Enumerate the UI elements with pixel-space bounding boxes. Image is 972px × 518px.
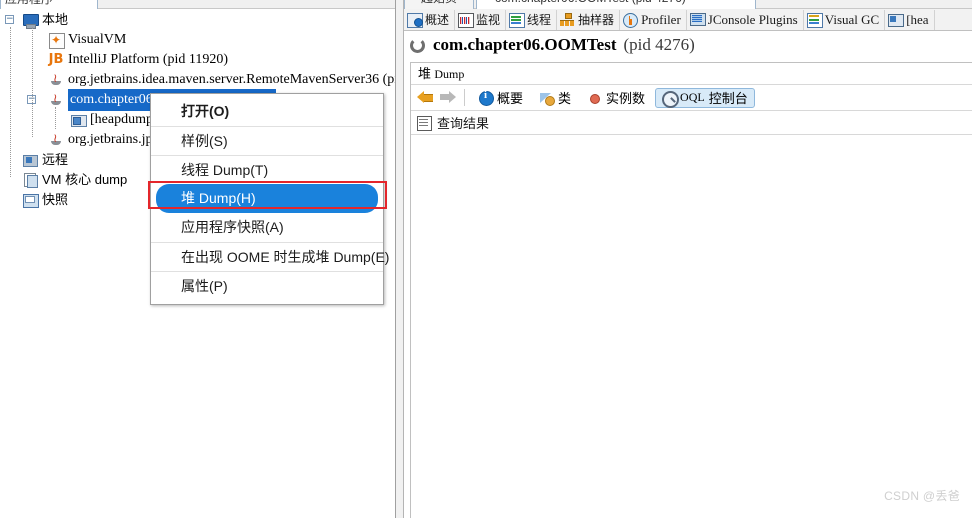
- instance-icon: [588, 91, 602, 105]
- intellij-icon: JB: [48, 52, 64, 67]
- query-results-icon: [417, 115, 432, 131]
- button-label: 类: [558, 91, 572, 106]
- menu-item-sample[interactable]: 样例(S): [151, 126, 383, 155]
- visualgc-icon: [806, 12, 823, 28]
- watermark: CSDN @丢爸: [884, 489, 960, 503]
- visualvm-window: 应用程序 − 本地 VisualVM JB IntelliJ Platform …: [0, 0, 972, 518]
- menu-item-heap-dump-on-oome[interactable]: 在出现 OOME 时生成堆 Dump(E): [151, 242, 389, 271]
- heap-dump-section: 堆 Dump 概要 类 实例数: [410, 62, 972, 518]
- heap-tab-summary[interactable]: 概要: [472, 88, 530, 108]
- forward-arrow-icon[interactable]: [439, 90, 456, 105]
- expand-handle-local[interactable]: −: [5, 15, 14, 24]
- back-arrow-icon[interactable]: [417, 90, 434, 105]
- context-menu[interactable]: 打开(O) 样例(S) 线程 Dump(T) 堆 Dump(H) 应用程序快照(…: [150, 93, 389, 305]
- heapdump-icon: [888, 13, 905, 27]
- heap-dump-toolbar[interactable]: 概要 类 实例数 OQL 控制台: [411, 85, 972, 111]
- menu-item-properties[interactable]: 属性(P): [151, 271, 383, 300]
- heap-dump-title-en: Dump: [434, 67, 465, 81]
- tree-node-intellij-platform[interactable]: JB IntelliJ Platform (pid 11920): [0, 50, 395, 70]
- visualvm-icon: [48, 30, 65, 50]
- query-results-header: 查询结果: [411, 111, 972, 135]
- button-label: 实例数: [606, 91, 646, 106]
- process-header: com.chapter06.OOMTest (pid 4276): [404, 31, 972, 59]
- oql-icon: [662, 90, 680, 108]
- tab-visual-gc[interactable]: Visual GC: [804, 9, 886, 30]
- tab-monitor[interactable]: 监视: [455, 9, 507, 30]
- tree-node-label: org.jetbrains.jp: [68, 132, 153, 147]
- left-tab-strip: 应用程序: [0, 0, 395, 9]
- heapdump-icon: [70, 112, 87, 128]
- coredump-icon: [22, 172, 38, 188]
- tree-node-label: IntelliJ Platform (pid 11920): [68, 52, 229, 67]
- tree-node-label: VisualVM: [68, 32, 127, 47]
- tree-node-visualvm[interactable]: VisualVM: [0, 30, 395, 50]
- thread-icon: [509, 12, 526, 28]
- button-label: 概要: [497, 91, 524, 106]
- heap-tab-classes[interactable]: 类: [533, 88, 578, 108]
- tab-heapdump[interactable]: [hea: [885, 9, 935, 30]
- heap-tab-oql-console[interactable]: OQL 控制台: [655, 87, 755, 108]
- tree-node-label: 本地: [42, 12, 69, 27]
- tree-node-label: org.jetbrains.idea.maven.server.RemoteMa…: [68, 72, 396, 87]
- heap-dump-title-cn: 堆: [418, 66, 432, 81]
- button-label-cn: 控制台: [708, 91, 748, 106]
- details-panel: 起始页 com.chapter06.OOMTest (pid 4276) 概述 …: [404, 0, 972, 518]
- tree-guide-line: [32, 27, 33, 137]
- panel-splitter[interactable]: [396, 0, 404, 518]
- jconsole-icon: [689, 12, 706, 27]
- tree-guide-line: [10, 27, 11, 177]
- snapshot-icon: [22, 192, 39, 208]
- tab-sampler[interactable]: 抽样器: [557, 9, 621, 30]
- tab-label: 概述: [425, 13, 450, 27]
- tree-node-label: VM 核心 dump: [42, 172, 128, 187]
- tab-jconsole-plugins[interactable]: JConsole Plugins: [687, 9, 804, 30]
- tree-node-label: 快照: [42, 192, 69, 207]
- tab-label: 抽样器: [578, 13, 615, 27]
- java-icon: [48, 88, 64, 108]
- menu-item-heap-dump[interactable]: 堆 Dump(H): [156, 184, 378, 213]
- menu-item-open[interactable]: 打开(O): [151, 97, 383, 126]
- query-results-label: 查询结果: [437, 116, 490, 131]
- page-title: com.chapter06.OOMTest: [433, 35, 617, 54]
- monitor-chart-icon: [458, 12, 475, 28]
- sampler-icon: [560, 12, 575, 27]
- tree-guide-line: [55, 107, 56, 129]
- button-label-en: OQL: [680, 90, 705, 104]
- heap-tab-instances[interactable]: 实例数: [581, 88, 652, 108]
- tab-label: JConsole Plugins: [707, 11, 798, 27]
- tab-label: Profiler: [641, 11, 681, 27]
- loading-spinner-icon: [410, 37, 425, 53]
- tree-node-local[interactable]: − 本地: [0, 10, 395, 30]
- tree-node-label: 远程: [42, 152, 69, 167]
- profiler-icon: [623, 12, 639, 28]
- tab-label: Visual GC: [824, 11, 880, 27]
- tab-profiler[interactable]: Profiler: [620, 9, 687, 30]
- monitor-icon: [22, 12, 39, 29]
- overview-icon: [407, 12, 423, 28]
- query-results-body[interactable]: [411, 135, 972, 515]
- process-pid: (pid 4276): [623, 35, 695, 54]
- tab-label: 监视: [476, 13, 501, 27]
- view-tabs-toolbar[interactable]: 概述 监视 线程 抽样器 Profiler JConsole Plugins V…: [404, 9, 972, 31]
- remote-icon: [22, 152, 38, 168]
- tree-node-remote-maven-server[interactable]: org.jetbrains.idea.maven.server.RemoteMa…: [0, 68, 396, 90]
- tab-process-oomtest[interactable]: com.chapter06.OOMTest (pid 4276): [476, 0, 756, 9]
- menu-item-application-snapshot[interactable]: 应用程序快照(A): [151, 213, 383, 242]
- info-icon: [479, 89, 494, 106]
- tab-applications[interactable]: 应用程序: [0, 0, 98, 9]
- tab-overview[interactable]: 概述: [404, 9, 456, 30]
- java-icon: [48, 128, 64, 148]
- class-icon: [540, 91, 556, 106]
- right-tab-strip: 起始页 com.chapter06.OOMTest (pid 4276): [404, 0, 972, 9]
- tab-start-page[interactable]: 起始页: [404, 0, 474, 9]
- tab-label: [hea: [906, 11, 929, 27]
- menu-item-thread-dump[interactable]: 线程 Dump(T): [151, 155, 383, 184]
- applications-panel: 应用程序 − 本地 VisualVM JB IntelliJ Platform …: [0, 0, 396, 518]
- java-icon: [48, 68, 64, 88]
- tab-label: 线程: [527, 13, 552, 27]
- tab-threads[interactable]: 线程: [506, 9, 558, 30]
- heap-dump-title: 堆 Dump: [411, 63, 972, 85]
- toolbar-separator: [464, 89, 465, 106]
